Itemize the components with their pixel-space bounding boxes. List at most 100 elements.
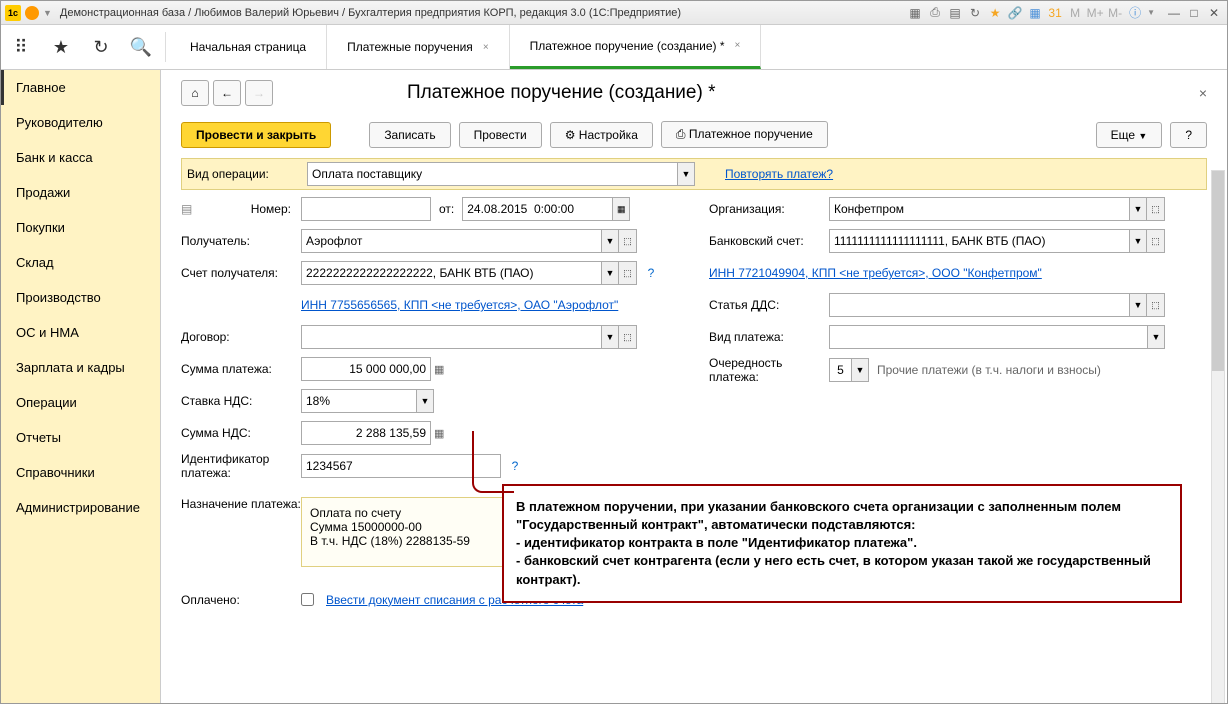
recipient-label: Получатель:	[181, 234, 301, 248]
recipient-input[interactable]	[301, 229, 601, 253]
back-button[interactable]: ←	[213, 80, 241, 106]
scrollbar[interactable]	[1211, 170, 1225, 703]
dropdown-icon[interactable]: ▼	[601, 325, 619, 349]
sidebar-item-salary[interactable]: Зарплата и кадры	[1, 350, 160, 385]
dropdown-icon[interactable]: ▼	[851, 358, 869, 382]
sidebar-item-assets[interactable]: ОС и НМА	[1, 315, 160, 350]
search-icon[interactable]: 🔍	[123, 29, 159, 65]
main-content: ⌂ ← → Платежное поручение (создание) * ×…	[161, 70, 1227, 703]
bank-acc-input[interactable]	[829, 229, 1129, 253]
home-button[interactable]: ⌂	[181, 80, 209, 106]
recip-acc-input[interactable]	[301, 261, 601, 285]
open-icon[interactable]: ⬚	[1147, 197, 1165, 221]
doc-icon[interactable]: ▤	[947, 5, 963, 21]
date-input[interactable]	[462, 197, 612, 221]
sidebar-item-admin[interactable]: Администрирование	[1, 490, 160, 525]
dropdown-icon[interactable]: ▼	[601, 229, 619, 253]
vat-sum-input[interactable]	[301, 421, 431, 445]
page-title: Платежное поручение (создание) *	[407, 82, 1199, 104]
save-button[interactable]: Записать	[369, 122, 450, 148]
vat-sum-label: Сумма НДС:	[181, 426, 301, 440]
save-icon[interactable]: ▦	[907, 5, 923, 21]
open-icon[interactable]: ⬚	[619, 261, 637, 285]
app-menu-icon[interactable]	[25, 6, 39, 20]
mplus-icon[interactable]: M+	[1087, 5, 1103, 21]
mminus-icon[interactable]: M-	[1107, 5, 1123, 21]
priority-input[interactable]	[829, 358, 851, 382]
calculator-icon[interactable]: ▦	[431, 427, 447, 440]
dropdown-icon[interactable]: ▼	[416, 389, 434, 413]
close-icon[interactable]: ×	[483, 42, 489, 53]
star-icon[interactable]: ★	[987, 5, 1003, 21]
dropdown-icon[interactable]: ▼	[677, 162, 695, 186]
pay-type-input[interactable]	[829, 325, 1147, 349]
repeat-payment-link[interactable]: Повторять платеж?	[725, 167, 833, 181]
paid-checkbox[interactable]	[301, 593, 314, 606]
dropdown-icon[interactable]: ▼	[1129, 293, 1147, 317]
list-icon[interactable]: ▤	[181, 202, 199, 216]
sidebar-item-manager[interactable]: Руководителю	[1, 105, 160, 140]
inn-link-org[interactable]: ИНН 7721049904, КПП <не требуется>, ООО …	[709, 266, 1042, 280]
apps-icon[interactable]: ⠿	[3, 29, 39, 65]
close-button[interactable]: ✕	[1205, 5, 1223, 21]
sidebar-item-warehouse[interactable]: Склад	[1, 245, 160, 280]
dropdown-icon[interactable]: ▼	[1129, 229, 1147, 253]
help-button[interactable]: ?	[1170, 122, 1207, 148]
vat-rate-label: Ставка НДС:	[181, 394, 301, 408]
sidebar-item-purchases[interactable]: Покупки	[1, 210, 160, 245]
dds-input[interactable]	[829, 293, 1129, 317]
calendar-icon[interactable]: ▦	[612, 197, 630, 221]
sidebar-item-main[interactable]: Главное	[1, 70, 160, 105]
favorites-icon[interactable]: ★	[43, 29, 79, 65]
open-icon[interactable]: ⬚	[619, 325, 637, 349]
sidebar-item-reports[interactable]: Отчеты	[1, 420, 160, 455]
op-type-input[interactable]	[307, 162, 677, 186]
link-icon[interactable]: 🔗	[1007, 5, 1023, 21]
tab-payment-create[interactable]: Платежное поручение (создание) *×	[510, 25, 762, 69]
calendar-icon[interactable]: 31	[1047, 5, 1063, 21]
settings-button[interactable]: ⚙ Настройка	[550, 122, 653, 148]
number-input[interactable]	[301, 197, 431, 221]
dropdown-icon[interactable]: ▼	[1129, 197, 1147, 221]
minimize-button[interactable]: —	[1165, 5, 1183, 21]
id-label: Идентификатор платежа:	[181, 452, 301, 481]
sidebar-item-sales[interactable]: Продажи	[1, 175, 160, 210]
forward-button[interactable]: →	[245, 80, 273, 106]
post-button[interactable]: Провести	[459, 122, 542, 148]
dropdown-icon[interactable]: ▼	[601, 261, 619, 285]
org-input[interactable]	[829, 197, 1129, 221]
page-close-button[interactable]: ×	[1199, 85, 1207, 101]
app-icon: 1c	[5, 5, 21, 21]
contract-input[interactable]	[301, 325, 601, 349]
help-icon[interactable]: ?	[643, 266, 659, 280]
refresh-icon[interactable]: ↻	[967, 5, 983, 21]
calculator-icon[interactable]: ▦	[431, 363, 447, 376]
sidebar-item-production[interactable]: Производство	[1, 280, 160, 315]
info-icon[interactable]: ⓘ	[1127, 5, 1143, 21]
print-button[interactable]: ⎙ Платежное поручение	[661, 121, 828, 148]
calc-icon[interactable]: ▦	[1027, 5, 1043, 21]
id-input[interactable]	[301, 454, 501, 478]
callout-tooltip: В платежном поручении, при указании банк…	[502, 484, 1182, 603]
m-icon[interactable]: M	[1067, 5, 1083, 21]
dropdown-icon[interactable]: ▼	[43, 8, 52, 18]
gear-icon: ⚙	[565, 128, 576, 142]
open-icon[interactable]: ⬚	[619, 229, 637, 253]
sidebar-item-bank[interactable]: Банк и касса	[1, 140, 160, 175]
sidebar-item-operations[interactable]: Операции	[1, 385, 160, 420]
history-icon[interactable]: ↻	[83, 29, 119, 65]
print-icon[interactable]: ⎙	[927, 5, 943, 21]
close-icon[interactable]: ×	[735, 40, 741, 51]
more-button[interactable]: Еще ▼	[1096, 122, 1163, 148]
vat-rate-input[interactable]	[301, 389, 416, 413]
post-close-button[interactable]: Провести и закрыть	[181, 122, 331, 148]
sidebar-item-catalogs[interactable]: Справочники	[1, 455, 160, 490]
maximize-button[interactable]: □	[1185, 5, 1203, 21]
tab-payments[interactable]: Платежные поручения×	[327, 25, 510, 69]
tab-home[interactable]: Начальная страница	[170, 25, 327, 69]
open-icon[interactable]: ⬚	[1147, 293, 1165, 317]
open-icon[interactable]: ⬚	[1147, 229, 1165, 253]
inn-link[interactable]: ИНН 7755656565, КПП <не требуется>, ОАО …	[301, 298, 618, 312]
sum-input[interactable]	[301, 357, 431, 381]
dropdown-icon[interactable]: ▼	[1147, 325, 1165, 349]
